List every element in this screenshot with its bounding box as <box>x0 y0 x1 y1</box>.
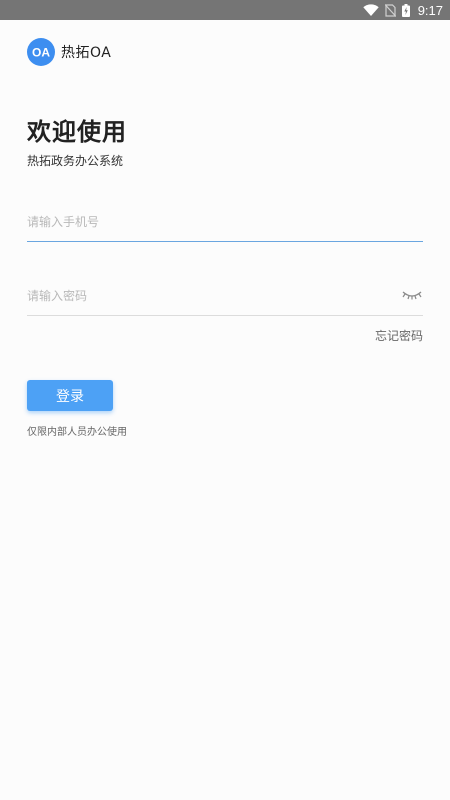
status-bar: 9:17 <box>0 0 450 20</box>
welcome-title: 欢迎使用 <box>27 118 127 146</box>
battery-charging-icon <box>401 3 410 17</box>
status-time: 9:17 <box>417 2 443 18</box>
internal-use-note: 仅限内部人员办公使用 <box>27 427 127 438</box>
login-button[interactable]: 登录 <box>27 380 113 411</box>
forgot-password-link[interactable]: 忘记密码 <box>375 327 423 344</box>
app-name: 热拓OA <box>61 45 112 61</box>
password-field <box>27 276 423 316</box>
wifi-icon <box>362 4 379 16</box>
eye-closed-icon[interactable] <box>401 288 423 304</box>
logo-text: OA <box>32 46 50 60</box>
phone-field <box>27 202 423 242</box>
password-input[interactable] <box>27 276 387 315</box>
phone-input[interactable] <box>27 202 423 241</box>
login-screen: OA 热拓OA 欢迎使用 热拓政务办公系统 忘记密码 登录 仅限内部人员办公使用 <box>0 20 450 800</box>
brand-header: OA 热拓OA <box>27 38 111 66</box>
no-sim-icon <box>384 3 396 17</box>
status-icons: 9:17 <box>362 0 443 20</box>
welcome-subtitle: 热拓政务办公系统 <box>27 154 124 168</box>
oa-logo-icon: OA <box>27 38 55 66</box>
